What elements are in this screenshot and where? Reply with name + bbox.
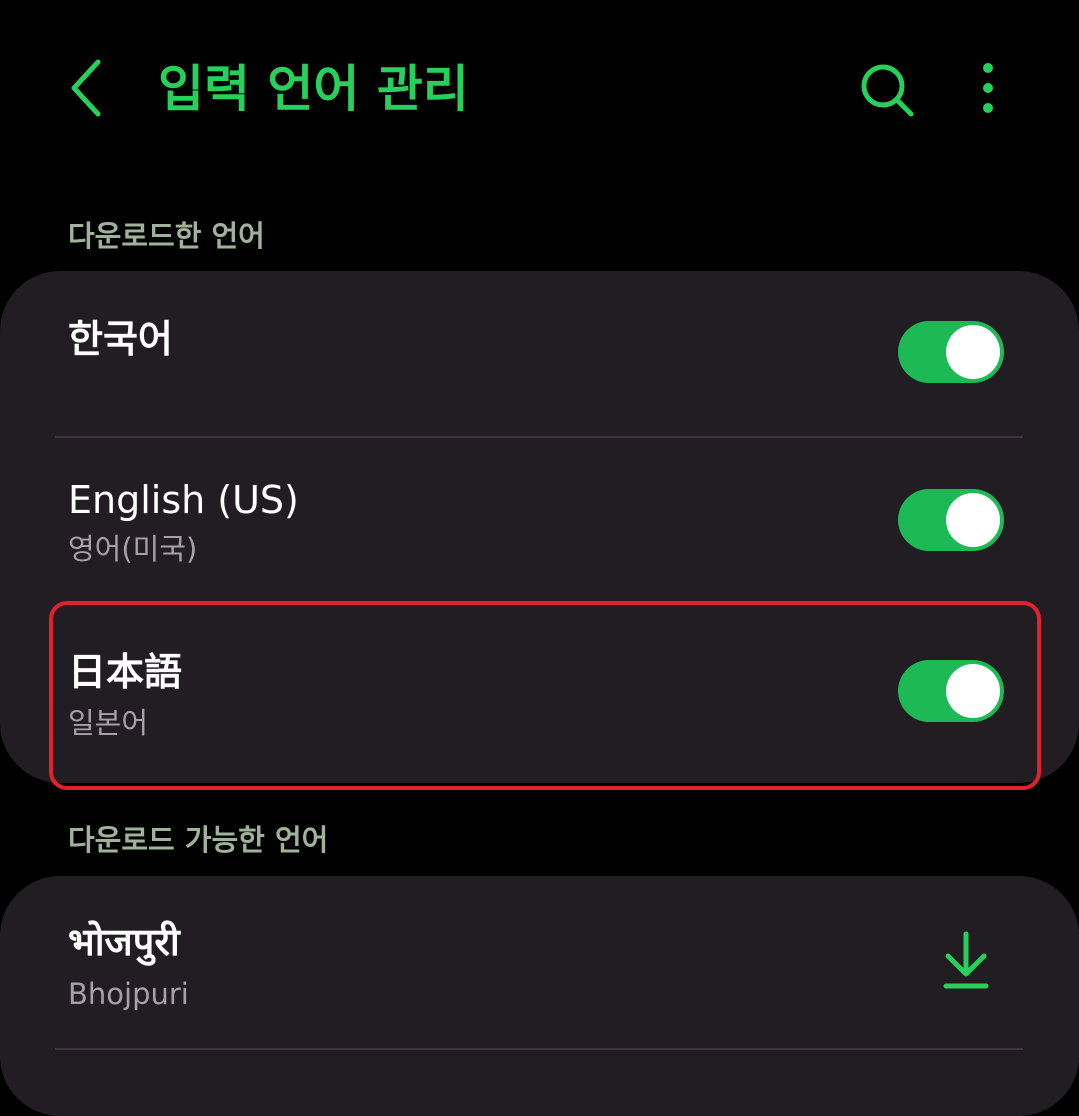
toggle-knob bbox=[946, 493, 1000, 547]
language-subtitle: Bhojpuri bbox=[68, 977, 189, 1011]
language-subtitle: 영어(미국) bbox=[68, 532, 198, 566]
language-title: 한국어 bbox=[68, 317, 173, 361]
language-toggle-korean[interactable] bbox=[898, 321, 1004, 383]
language-title: 日本語 bbox=[68, 650, 183, 694]
downloaded-languages-header: 다운로드한 언어 bbox=[68, 219, 265, 253]
toggle-knob bbox=[946, 664, 1000, 718]
more-vertical-icon bbox=[983, 63, 993, 113]
language-title: भोजपुरी bbox=[68, 920, 180, 964]
language-title: English (US) bbox=[68, 478, 299, 522]
app-header: 입력 언어 관리 bbox=[0, 0, 1079, 180]
language-toggle-english[interactable] bbox=[898, 489, 1004, 551]
search-icon bbox=[861, 64, 914, 117]
more-options-button[interactable] bbox=[960, 52, 1016, 128]
language-row-bhojpuri[interactable]: भोजपुरी Bhojpuri bbox=[0, 876, 1079, 1048]
language-toggle-japanese[interactable] bbox=[898, 660, 1004, 722]
chevron-left-icon bbox=[71, 59, 101, 117]
available-languages-header: 다운로드 가능한 언어 bbox=[68, 823, 329, 857]
divider bbox=[55, 1048, 1023, 1050]
search-button[interactable] bbox=[850, 52, 926, 128]
page-title: 입력 언어 관리 bbox=[158, 60, 469, 118]
download-button-bhojpuri[interactable] bbox=[936, 928, 996, 994]
toggle-knob bbox=[946, 325, 1000, 379]
download-icon bbox=[943, 931, 989, 989]
back-button[interactable] bbox=[58, 50, 118, 126]
language-subtitle: 일본어 bbox=[68, 706, 149, 740]
language-row-japanese[interactable]: 日本語 일본어 bbox=[0, 604, 1079, 783]
language-row-english[interactable]: English (US) 영어(미국) bbox=[0, 438, 1079, 603]
available-languages-card: भोजपुरी Bhojpuri bbox=[0, 876, 1079, 1116]
language-row-korean[interactable]: 한국어 bbox=[0, 271, 1079, 437]
downloaded-languages-card: 한국어 English (US) 영어(미국) 日本語 일본어 bbox=[0, 271, 1079, 783]
